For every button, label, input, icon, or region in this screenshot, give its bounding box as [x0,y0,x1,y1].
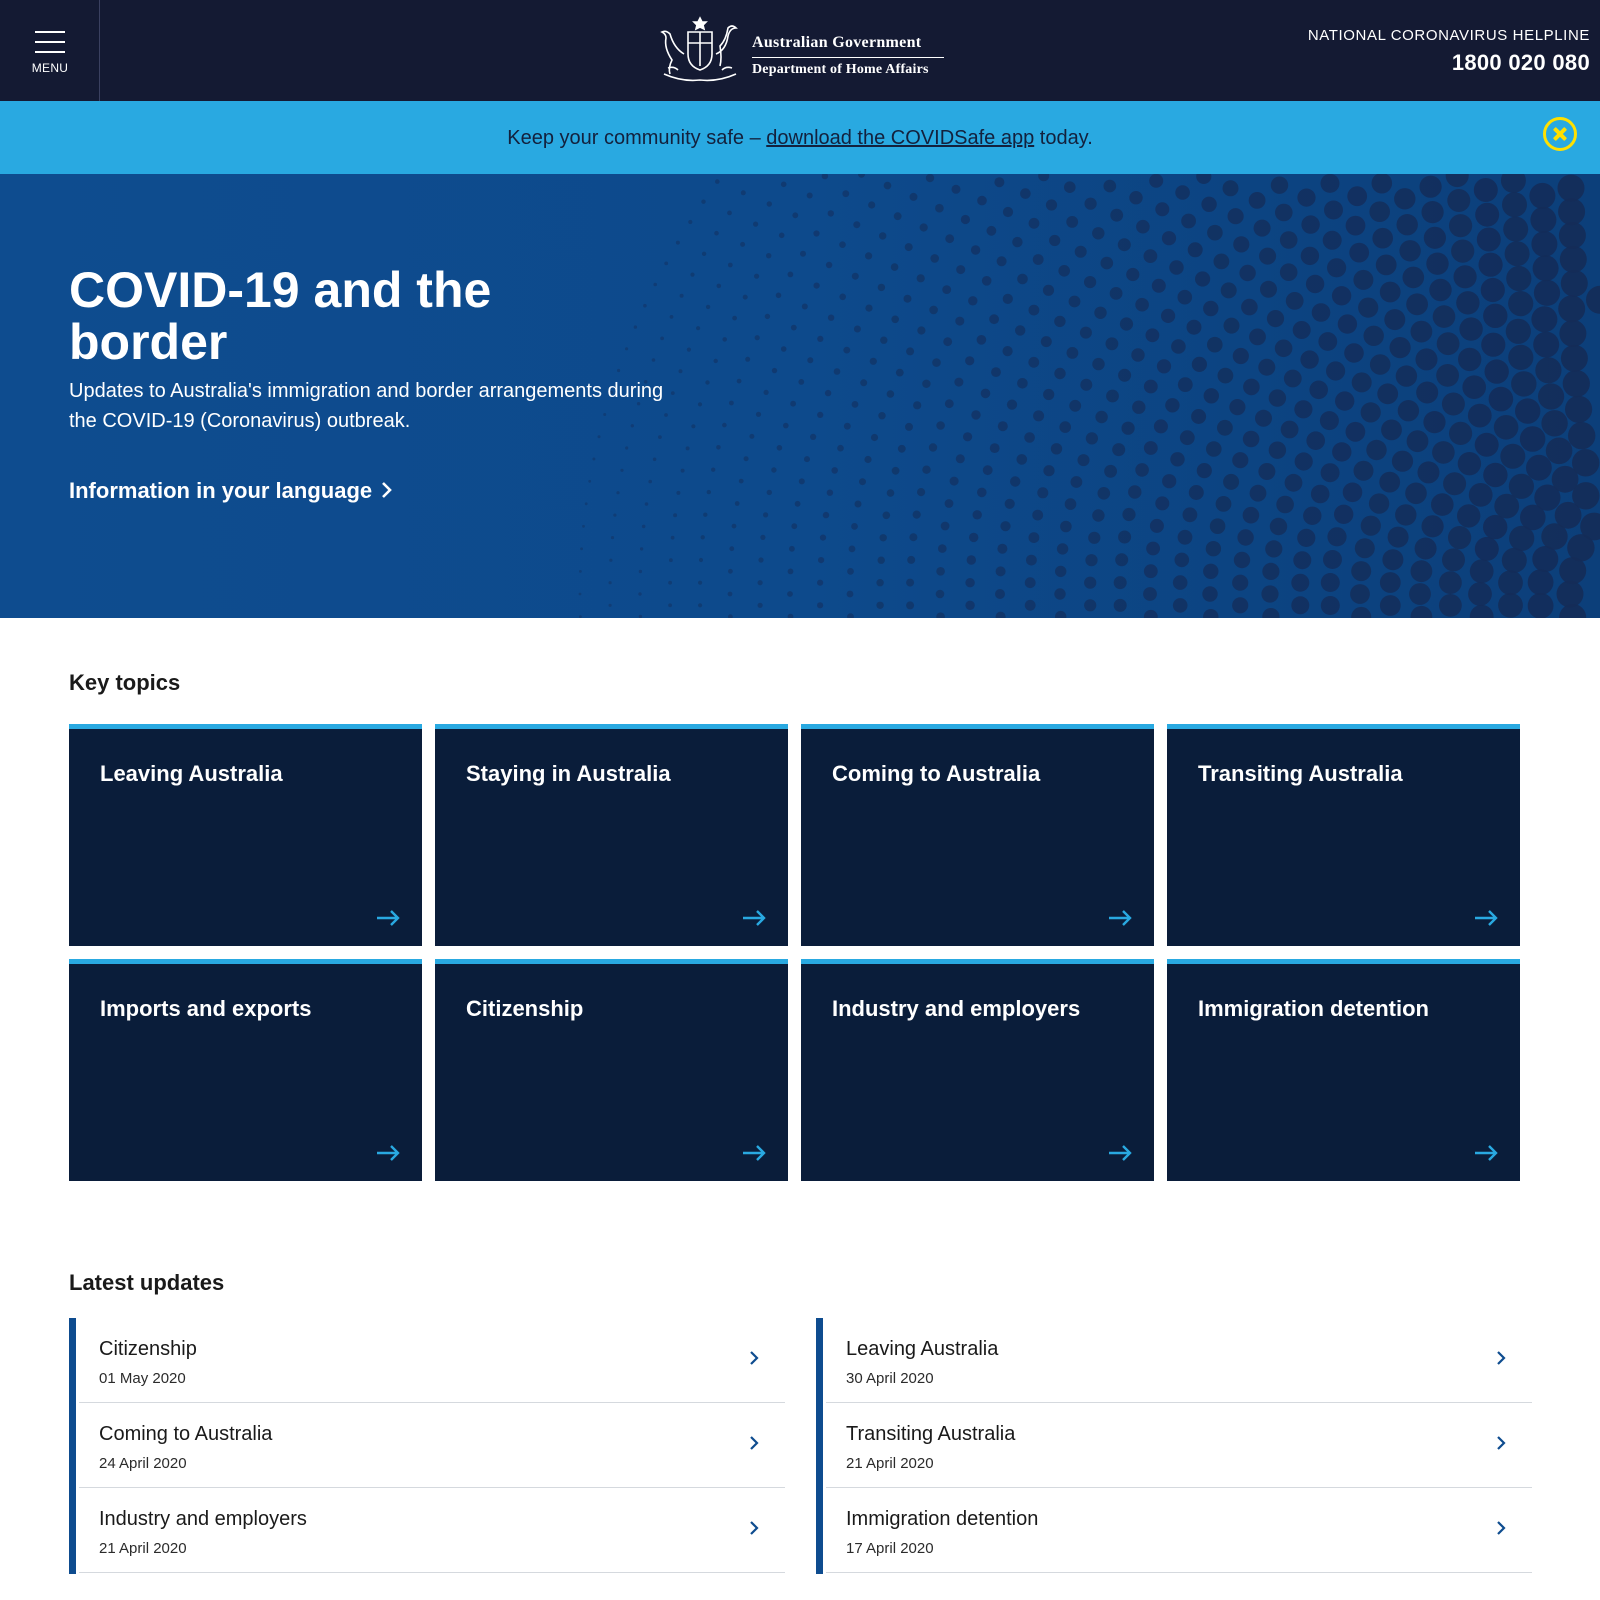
page-subtitle: Updates to Australia's immigration and b… [69,380,664,432]
chevron-right-icon [1497,1521,1506,1535]
gov-name: Australian Government [752,34,922,51]
department-name: Department of Home Affairs [752,62,929,77]
menu-button[interactable]: MENU [0,0,100,101]
topic-tile-label: Transiting Australia [1198,761,1403,786]
key-topics-heading: Key topics [69,670,181,695]
accent-bar [816,1318,823,1574]
menu-label: MENU [31,61,69,75]
arrow-right-icon [377,910,400,926]
topic-tile-label: Imports and exports [100,996,312,1021]
chevron-right-icon [750,1521,759,1535]
helpline: NATIONAL CORONAVIRUS HELPLINE 1800 020 0… [1308,27,1590,76]
helpline-label: NATIONAL CORONAVIRUS HELPLINE [1307,27,1590,44]
covidsafe-alert-banner: Keep your community safe – download the … [0,101,1600,174]
topic-tile-immigration-detention[interactable]: Immigration detention [1167,959,1520,1181]
update-date: 24 April 2020 [99,1455,187,1472]
chevron-right-icon [382,482,393,498]
accent-bar [69,1318,76,1574]
topic-tile-transiting-australia[interactable]: Transiting Australia [1167,724,1520,946]
topic-tile-label: Coming to Australia [832,761,1041,786]
update-title: Leaving Australia [846,1338,999,1360]
close-icon[interactable] [1543,117,1577,151]
site-header: MENU Australian Government Department of… [0,0,1600,101]
arrow-right-icon [1109,1145,1132,1161]
helpline-number[interactable]: 1800 020 080 [1308,50,1590,76]
topic-tile-industry-and-employers[interactable]: Industry and employers [801,959,1154,1181]
latest-updates-right: Leaving Australia 30 April 2020 Transiti… [816,1318,1532,1574]
arrow-right-icon [743,910,766,926]
topic-tile-imports-and-exports[interactable]: Imports and exports [69,959,422,1181]
arrow-right-icon [377,1145,400,1161]
topic-tile-coming-to-australia[interactable]: Coming to Australia [801,724,1154,946]
update-title: Industry and employers [99,1508,307,1530]
update-title: Citizenship [99,1338,197,1360]
alert-text-after: today. [1034,127,1093,149]
update-date: 21 April 2020 [99,1540,187,1557]
chevron-right-icon [1497,1436,1506,1450]
update-date: 21 April 2020 [846,1455,934,1472]
chevron-right-icon [1497,1351,1506,1365]
latest-updates-heading: Latest updates [69,1270,225,1295]
topic-tile-leaving-australia[interactable]: Leaving Australia [69,724,422,946]
update-title: Immigration detention [846,1508,1039,1530]
page-title: COVID-19 and the border [69,262,492,370]
topic-tile-staying-in-australia[interactable]: Staying in Australia [435,724,788,946]
language-link-label: Information in your language [69,478,373,503]
update-date: 01 May 2020 [99,1370,186,1387]
coat-of-arms-icon [660,16,738,82]
covidsafe-download-link[interactable]: download the COVIDSafe app [766,127,1034,149]
alert-message: Keep your community safe – download the … [0,127,1600,150]
topic-tile-label: Industry and employers [832,996,1081,1021]
update-item[interactable]: Industry and employers 21 April 2020 [79,1488,785,1573]
topic-tile-label: Citizenship [466,996,584,1021]
update-title: Coming to Australia [99,1423,273,1445]
hamburger-icon [35,31,65,61]
arrow-right-icon [1109,910,1132,926]
chevron-right-icon [750,1351,759,1365]
update-date: 17 April 2020 [846,1540,934,1557]
arrow-right-icon [1475,910,1498,926]
hero-banner: COVID-19 and the border Updates to Austr… [0,174,1600,618]
alert-text-before: Keep your community safe – [507,127,767,149]
update-item[interactable]: Immigration detention 17 April 2020 [826,1488,1532,1573]
arrow-right-icon [1475,1145,1498,1161]
topic-tile-label: Immigration detention [1198,996,1429,1021]
language-link[interactable]: Information in your language [69,478,393,504]
update-date: 30 April 2020 [846,1370,934,1387]
update-item[interactable]: Coming to Australia 24 April 2020 [79,1403,785,1488]
update-item[interactable]: Transiting Australia 21 April 2020 [826,1403,1532,1488]
topic-tile-label: Staying in Australia [466,761,671,786]
update-item[interactable]: Citizenship 01 May 2020 [79,1318,785,1403]
latest-updates-left: Citizenship 01 May 2020 Coming to Austra… [69,1318,785,1574]
update-item[interactable]: Leaving Australia 30 April 2020 [826,1318,1532,1403]
update-title: Transiting Australia [846,1423,1016,1445]
topic-tile-citizenship[interactable]: Citizenship [435,959,788,1181]
topic-tile-label: Leaving Australia [100,761,283,786]
government-logo[interactable]: Australian Government Department of Home… [654,14,954,86]
logo-divider [752,57,944,58]
chevron-right-icon [750,1436,759,1450]
arrow-right-icon [743,1145,766,1161]
